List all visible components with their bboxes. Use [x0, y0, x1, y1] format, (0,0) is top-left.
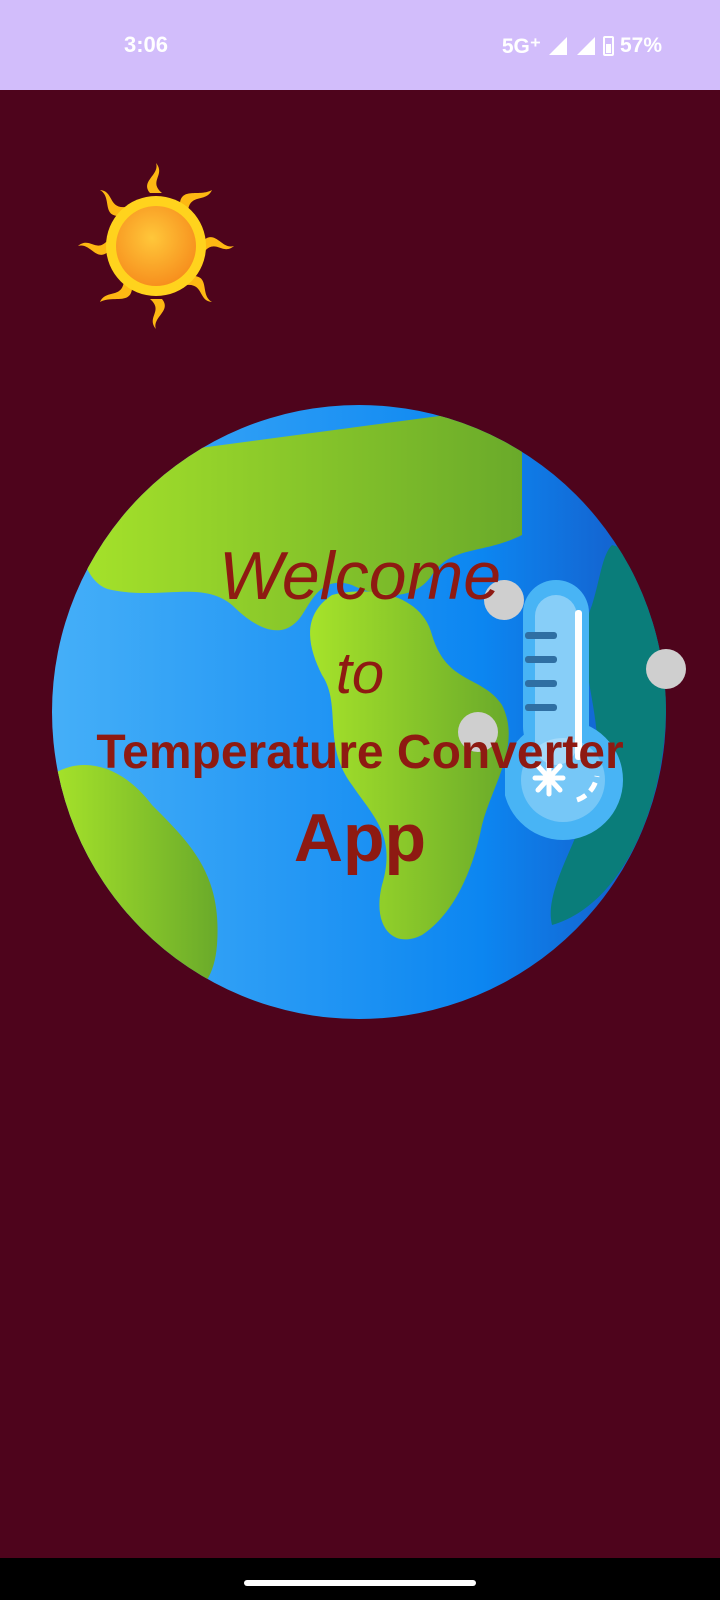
app-label: App: [293, 800, 427, 876]
signal-icon: [548, 37, 567, 55]
welcome-heading: Welcome: [218, 538, 502, 614]
network-type: 5G⁺: [501, 34, 541, 58]
status-time: 3:06: [124, 32, 169, 57]
navigation-bar: [0, 1558, 720, 1600]
status-bar: 3:06 5G⁺ 57%: [0, 0, 720, 90]
app-name: Temperature Converter: [96, 726, 624, 779]
welcome-to: to: [335, 641, 385, 706]
status-indicators: 5G⁺ 57%: [502, 32, 662, 60]
sun-icon: [78, 163, 234, 329]
battery-percent: 57%: [619, 34, 662, 57]
signal-icon-2: [576, 37, 595, 55]
battery-icon: [602, 36, 614, 56]
home-gesture-handle[interactable]: [244, 1580, 476, 1586]
